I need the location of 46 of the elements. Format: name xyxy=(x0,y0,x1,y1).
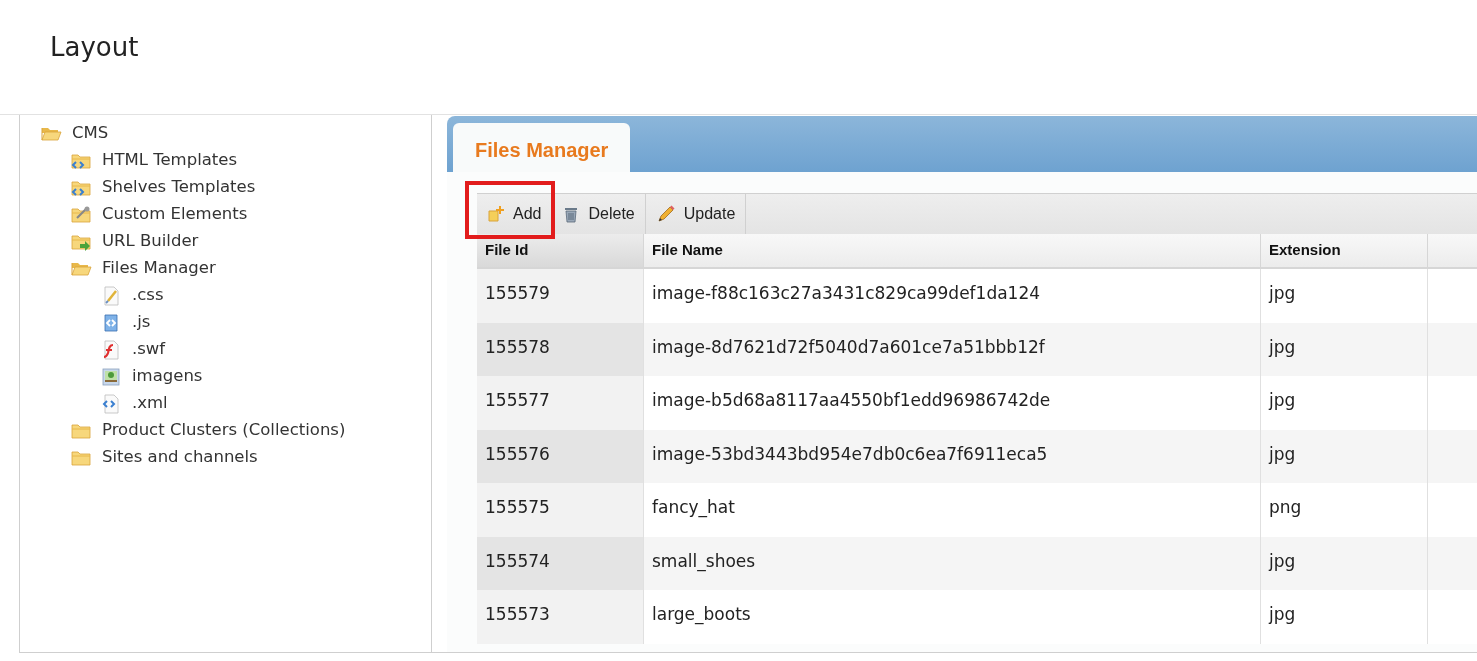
toolbar-button[interactable]: Update xyxy=(645,194,746,234)
column-header[interactable]: File Name xyxy=(644,234,1261,267)
tree-item[interactable]: Files Manager xyxy=(102,256,216,281)
add-icon xyxy=(487,205,505,223)
table-cell: 155577 xyxy=(485,390,550,410)
table-cell: 155575 xyxy=(485,497,550,517)
tree-item[interactable]: HTML Templates xyxy=(102,148,238,173)
tree-item[interactable]: .xml xyxy=(132,391,168,416)
table-cell: image-53bd3443bd954e7db0c6ea7f6911eca5 xyxy=(652,443,1048,464)
tree-item[interactable]: Shelves Templates xyxy=(102,175,256,200)
table-cell: jpg xyxy=(1269,550,1296,571)
table-cell: fancy_hat xyxy=(652,497,735,517)
table-cell: 155573 xyxy=(485,604,550,624)
table-cell: small_shoes xyxy=(652,550,756,571)
column-header[interactable]: Extension xyxy=(1261,234,1428,267)
table-cell: jpg xyxy=(1269,283,1296,303)
column-header[interactable]: File Id xyxy=(477,234,644,267)
table-cell: jpg xyxy=(1269,443,1296,464)
tree-item[interactable]: .js xyxy=(132,310,151,335)
toolbar-button[interactable]: Delete xyxy=(552,194,645,234)
table-cell: image-8d7621d72f5040d7a601ce7a51bbb12f xyxy=(652,336,1045,357)
table-cell: jpg xyxy=(1269,336,1296,357)
table-cell: jpg xyxy=(1269,604,1296,624)
tree-item[interactable]: Product Clusters (Collections) xyxy=(102,418,346,443)
pencil-icon xyxy=(655,204,676,224)
table-cell: jpg xyxy=(1269,390,1296,410)
toolbar-button[interactable]: Add xyxy=(477,194,552,234)
tree-item[interactable]: .css xyxy=(132,283,164,308)
tree-item[interactable]: imagens xyxy=(132,364,203,389)
image-icon xyxy=(100,366,122,387)
tree-item[interactable]: .swf xyxy=(132,337,166,362)
tree-item[interactable]: Sites and channels xyxy=(102,445,258,470)
table-cell: image-f88c163c27a3431c829ca99def1da124 xyxy=(652,283,1041,303)
table-cell: 155576 xyxy=(485,443,550,464)
table-cell: image-b5d68a8117aa4550bf1edd96986742de xyxy=(652,390,1051,410)
page-title: Layout xyxy=(50,31,140,64)
table-cell: 155579 xyxy=(485,283,550,303)
xml-icon xyxy=(100,393,122,414)
table-cell: 155578 xyxy=(485,336,550,357)
tree-item[interactable]: URL Builder xyxy=(102,229,199,254)
tool-folder-icon xyxy=(70,204,92,225)
table-cell: large_boots xyxy=(652,604,751,624)
table-cell: 155574 xyxy=(485,550,550,571)
tree-item[interactable]: CMS xyxy=(72,121,109,146)
table-cell: png xyxy=(1269,497,1302,517)
tree-item[interactable]: Custom Elements xyxy=(102,202,248,227)
